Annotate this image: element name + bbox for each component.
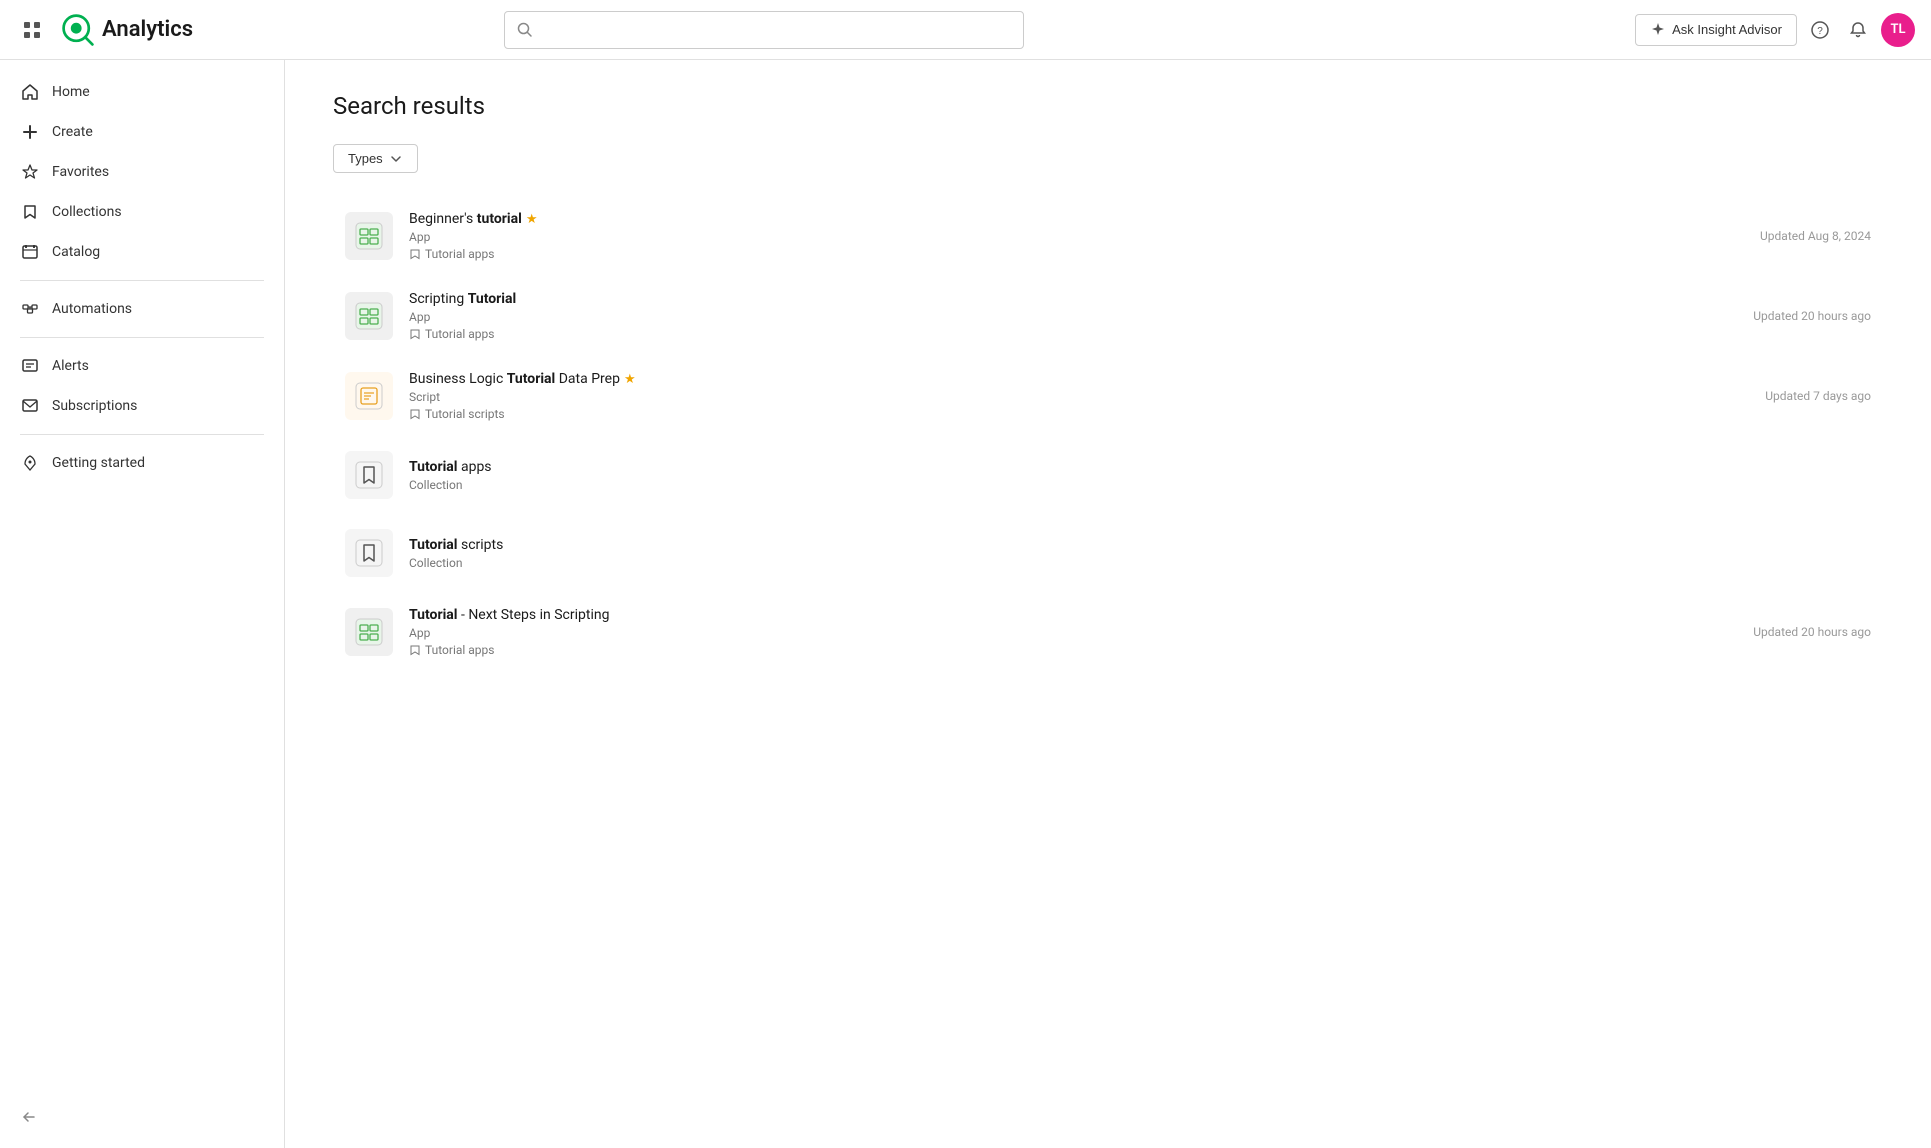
- result-name-6: Tutorial - Next Steps in Scripting: [409, 607, 1717, 623]
- results-list: Beginner's tutorial★ App Tutorial apps U…: [333, 197, 1883, 671]
- app-icon-2: [354, 301, 384, 331]
- result-item-beginners-tutorial[interactable]: Beginner's tutorial★ App Tutorial apps U…: [333, 197, 1883, 275]
- script-icon: [354, 381, 384, 411]
- result-collection-2: Tutorial apps: [409, 327, 1717, 341]
- subscriptions-icon: [20, 396, 40, 416]
- sidebar-item-alerts[interactable]: Alerts: [0, 346, 284, 386]
- result-details-4: Tutorial apps Collection: [409, 459, 1871, 492]
- qlik-logo[interactable]: Analytics: [60, 12, 193, 48]
- chevron-down-icon: [389, 152, 403, 166]
- result-updated-3: Updated 7 days ago: [1745, 389, 1871, 403]
- sidebar-item-home[interactable]: Home: [0, 72, 284, 112]
- result-collection-3: Tutorial scripts: [409, 407, 1729, 421]
- star-icon: [20, 162, 40, 182]
- home-icon: [20, 82, 40, 102]
- sidebar: Home Create Favorites: [0, 60, 285, 1148]
- catalog-icon: [20, 242, 40, 262]
- plus-icon: [20, 122, 40, 142]
- app-icon-3: [354, 617, 384, 647]
- result-icon-collection-2: [345, 529, 393, 577]
- search-bar[interactable]: tutorial: [504, 11, 1024, 49]
- result-updated-6: Updated 20 hours ago: [1733, 625, 1871, 639]
- result-icon-app-2: [345, 292, 393, 340]
- result-type: App: [409, 230, 1724, 244]
- collection-bookmark-icon-2: [354, 538, 384, 568]
- filter-bar: Types: [333, 144, 1883, 173]
- collection-icon-6: [409, 644, 421, 656]
- result-item-tutorial-scripts-collection[interactable]: Tutorial scripts Collection: [333, 515, 1883, 591]
- rocket-icon: [20, 453, 40, 473]
- insight-advisor-button[interactable]: Ask Insight Advisor: [1635, 14, 1797, 46]
- result-details: Beginner's tutorial★ App Tutorial apps: [409, 211, 1724, 261]
- sidebar-item-automations[interactable]: Automations: [0, 289, 284, 329]
- app-title: Analytics: [102, 17, 193, 42]
- user-avatar[interactable]: TL: [1881, 13, 1915, 47]
- page-title: Search results: [333, 92, 1883, 120]
- search-icon: [517, 22, 533, 38]
- result-details-3: Business Logic Tutorial Data Prep★ Scrip…: [409, 371, 1729, 421]
- collection-icon-3: [409, 408, 421, 420]
- result-icon-app-3: [345, 608, 393, 656]
- result-item-tutorial-apps-collection[interactable]: Tutorial apps Collection: [333, 437, 1883, 513]
- header-left: Analytics: [16, 12, 193, 48]
- result-type-2: App: [409, 310, 1717, 324]
- grid-menu-button[interactable]: [16, 14, 48, 46]
- search-input[interactable]: tutorial: [541, 22, 1011, 38]
- collapse-icon: [20, 1108, 38, 1126]
- result-type-5: Collection: [409, 556, 1871, 570]
- alerts-icon: [20, 356, 40, 376]
- sidebar-collapse-button[interactable]: [0, 1098, 284, 1136]
- result-updated-2: Updated 20 hours ago: [1733, 309, 1871, 323]
- result-type-3: Script: [409, 390, 1729, 404]
- result-details-5: Tutorial scripts Collection: [409, 537, 1871, 570]
- app-icon: [354, 221, 384, 251]
- automations-icon: [20, 299, 40, 319]
- bookmark-icon: [20, 202, 40, 222]
- notifications-button[interactable]: [1843, 15, 1873, 45]
- sidebar-item-catalog[interactable]: Catalog: [0, 232, 284, 272]
- collection-bookmark-icon: [354, 460, 384, 490]
- result-name-4: Tutorial apps: [409, 459, 1871, 475]
- result-icon-collection: [345, 451, 393, 499]
- result-type-6: App: [409, 626, 1717, 640]
- sidebar-item-getting-started[interactable]: Getting started: [0, 443, 284, 483]
- help-icon: ?: [1811, 21, 1829, 39]
- header: Analytics tutorial Ask Insight Advisor ?: [0, 0, 1931, 60]
- qlik-logo-icon: [60, 12, 96, 48]
- sidebar-divider-2: [20, 337, 264, 338]
- types-filter-button[interactable]: Types: [333, 144, 418, 173]
- main-content: Search results Types: [285, 60, 1931, 1148]
- sidebar-item-collections[interactable]: Collections: [0, 192, 284, 232]
- result-name: Beginner's tutorial★: [409, 211, 1724, 227]
- sidebar-item-subscriptions[interactable]: Subscriptions: [0, 386, 284, 426]
- result-details-6: Tutorial - Next Steps in Scripting App T…: [409, 607, 1717, 657]
- help-button[interactable]: ?: [1805, 15, 1835, 45]
- collection-icon: [409, 248, 421, 260]
- sidebar-divider-3: [20, 434, 264, 435]
- result-type-4: Collection: [409, 478, 1871, 492]
- sidebar-spacer: [0, 483, 284, 1098]
- sidebar-divider-1: [20, 280, 264, 281]
- bell-icon: [1849, 21, 1867, 39]
- header-right: Ask Insight Advisor ? TL: [1635, 13, 1915, 47]
- result-item-scripting-tutorial[interactable]: Scripting Tutorial App Tutorial apps Upd…: [333, 277, 1883, 355]
- sparkle-icon: [1650, 22, 1666, 38]
- result-collection-6: Tutorial apps: [409, 643, 1717, 657]
- result-details-2: Scripting Tutorial App Tutorial apps: [409, 291, 1717, 341]
- result-updated: Updated Aug 8, 2024: [1740, 229, 1871, 243]
- result-name-3: Business Logic Tutorial Data Prep★: [409, 371, 1729, 387]
- result-name-5: Tutorial scripts: [409, 537, 1871, 553]
- result-icon-app: [345, 212, 393, 260]
- sidebar-item-create[interactable]: Create: [0, 112, 284, 152]
- result-collection: Tutorial apps: [409, 247, 1724, 261]
- svg-text:?: ?: [1817, 26, 1823, 37]
- sidebar-item-favorites[interactable]: Favorites: [0, 152, 284, 192]
- grid-icon: [22, 20, 42, 40]
- result-item-tutorial-next-steps[interactable]: Tutorial - Next Steps in Scripting App T…: [333, 593, 1883, 671]
- result-icon-script: [345, 372, 393, 420]
- main-container: Home Create Favorites: [0, 60, 1931, 1148]
- collection-icon-2: [409, 328, 421, 340]
- result-name-2: Scripting Tutorial: [409, 291, 1717, 307]
- result-item-business-logic[interactable]: Business Logic Tutorial Data Prep★ Scrip…: [333, 357, 1883, 435]
